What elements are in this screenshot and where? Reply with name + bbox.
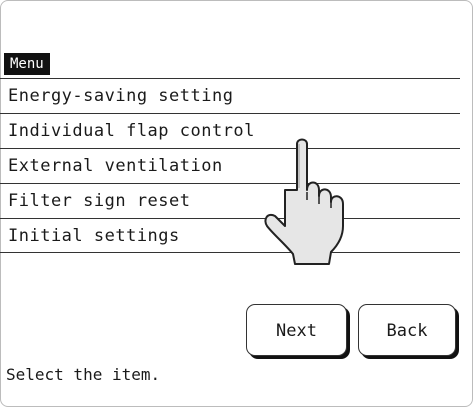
menu-item-individual-flap-control[interactable]: Individual flap control [0, 113, 460, 148]
back-button[interactable]: Back [358, 304, 456, 356]
menu-item-external-ventilation[interactable]: External ventilation [0, 148, 460, 183]
menu-item-filter-sign-reset[interactable]: Filter sign reset [0, 183, 460, 218]
menu-title: Menu [4, 53, 50, 75]
menu-item-initial-settings[interactable]: Initial settings [0, 218, 460, 253]
menu-screen: Menu Energy-saving setting Individual fl… [0, 0, 473, 407]
menu-list: Energy-saving setting Individual flap co… [0, 78, 460, 253]
status-message: Select the item. [6, 365, 161, 384]
next-button[interactable]: Next [246, 304, 347, 356]
menu-item-energy-saving-setting[interactable]: Energy-saving setting [0, 78, 460, 113]
hand-pointer-icon [264, 138, 344, 265]
